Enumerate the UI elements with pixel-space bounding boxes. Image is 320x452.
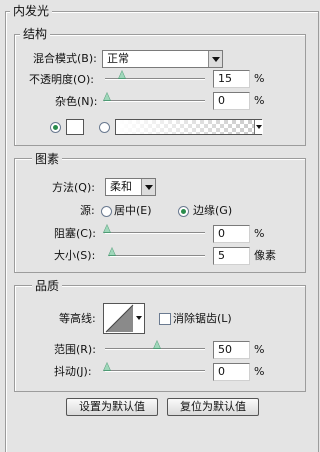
size-label: 大小(S): (54, 249, 96, 262)
noise-field[interactable]: 0 (213, 92, 250, 110)
quality-title: 品质 (32, 279, 63, 293)
color-radio[interactable] (50, 122, 61, 133)
chevron-down-icon (208, 51, 222, 67)
elements-title: 图素 (32, 152, 63, 166)
opacity-label: 不透明度(O): (29, 73, 94, 86)
gradient-radio[interactable] (99, 122, 110, 133)
jitter-field[interactable]: 0 (213, 363, 250, 381)
opacity-unit: % (254, 72, 265, 85)
method-select[interactable]: 柔和 (105, 178, 156, 196)
opacity-field[interactable]: 15 (213, 70, 250, 88)
noise-slider-track[interactable] (105, 100, 205, 102)
contour-curve-icon (105, 304, 134, 333)
choke-slider-thumb[interactable] (103, 224, 111, 233)
size-slider-track[interactable] (110, 255, 205, 257)
gradient-preview[interactable] (115, 119, 262, 135)
noise-unit: % (254, 94, 265, 107)
source-label: 源: (80, 204, 95, 217)
chevron-down-icon (256, 125, 262, 129)
opacity-slider-thumb[interactable] (118, 70, 126, 79)
inner-glow-title: 内发光 (10, 4, 53, 18)
range-unit: % (254, 343, 265, 356)
structure-title: 结构 (20, 27, 51, 41)
choke-label: 阻塞(C): (54, 227, 96, 240)
method-label: 方法(Q): (52, 181, 95, 194)
choke-slider-track[interactable] (105, 232, 205, 234)
blend-mode-value: 正常 (107, 52, 129, 65)
method-value: 柔和 (110, 180, 132, 193)
noise-slider-thumb[interactable] (103, 92, 111, 101)
color-swatch[interactable] (66, 119, 84, 135)
noise-label: 杂色(N): (55, 95, 98, 108)
choke-unit: % (254, 227, 265, 240)
make-default-button[interactable]: 设置为默认值 (66, 398, 158, 416)
reset-default-button[interactable]: 复位为默认值 (167, 398, 259, 416)
range-slider-thumb[interactable] (153, 340, 161, 349)
source-center-label[interactable]: 居中(E) (114, 203, 152, 219)
jitter-unit: % (254, 365, 265, 378)
range-field[interactable]: 50 (213, 341, 250, 359)
source-center-radio[interactable] (101, 206, 112, 217)
jitter-slider-track[interactable] (105, 370, 205, 372)
chevron-down-icon (136, 316, 142, 320)
jitter-slider-thumb[interactable] (103, 362, 111, 371)
range-label: 范围(R): (54, 343, 96, 356)
contour-picker[interactable] (103, 303, 145, 334)
size-field[interactable]: 5 (213, 247, 250, 265)
size-slider-thumb[interactable] (108, 247, 116, 256)
blend-mode-label: 混合模式(B): (33, 52, 97, 65)
size-unit: 像素 (254, 249, 276, 262)
antialias-label[interactable]: 消除锯齿(L) (173, 311, 232, 327)
jitter-label: 抖动(J): (54, 365, 92, 378)
source-edge-radio[interactable] (178, 206, 189, 217)
contour-label: 等高线: (59, 312, 96, 325)
choke-field[interactable]: 0 (213, 225, 250, 243)
source-edge-label[interactable]: 边缘(G) (193, 203, 232, 219)
blend-mode-select[interactable]: 正常 (102, 50, 223, 68)
chevron-down-icon (141, 179, 155, 195)
gradient-dropdown[interactable] (254, 120, 263, 134)
antialias-checkbox[interactable] (159, 313, 171, 325)
